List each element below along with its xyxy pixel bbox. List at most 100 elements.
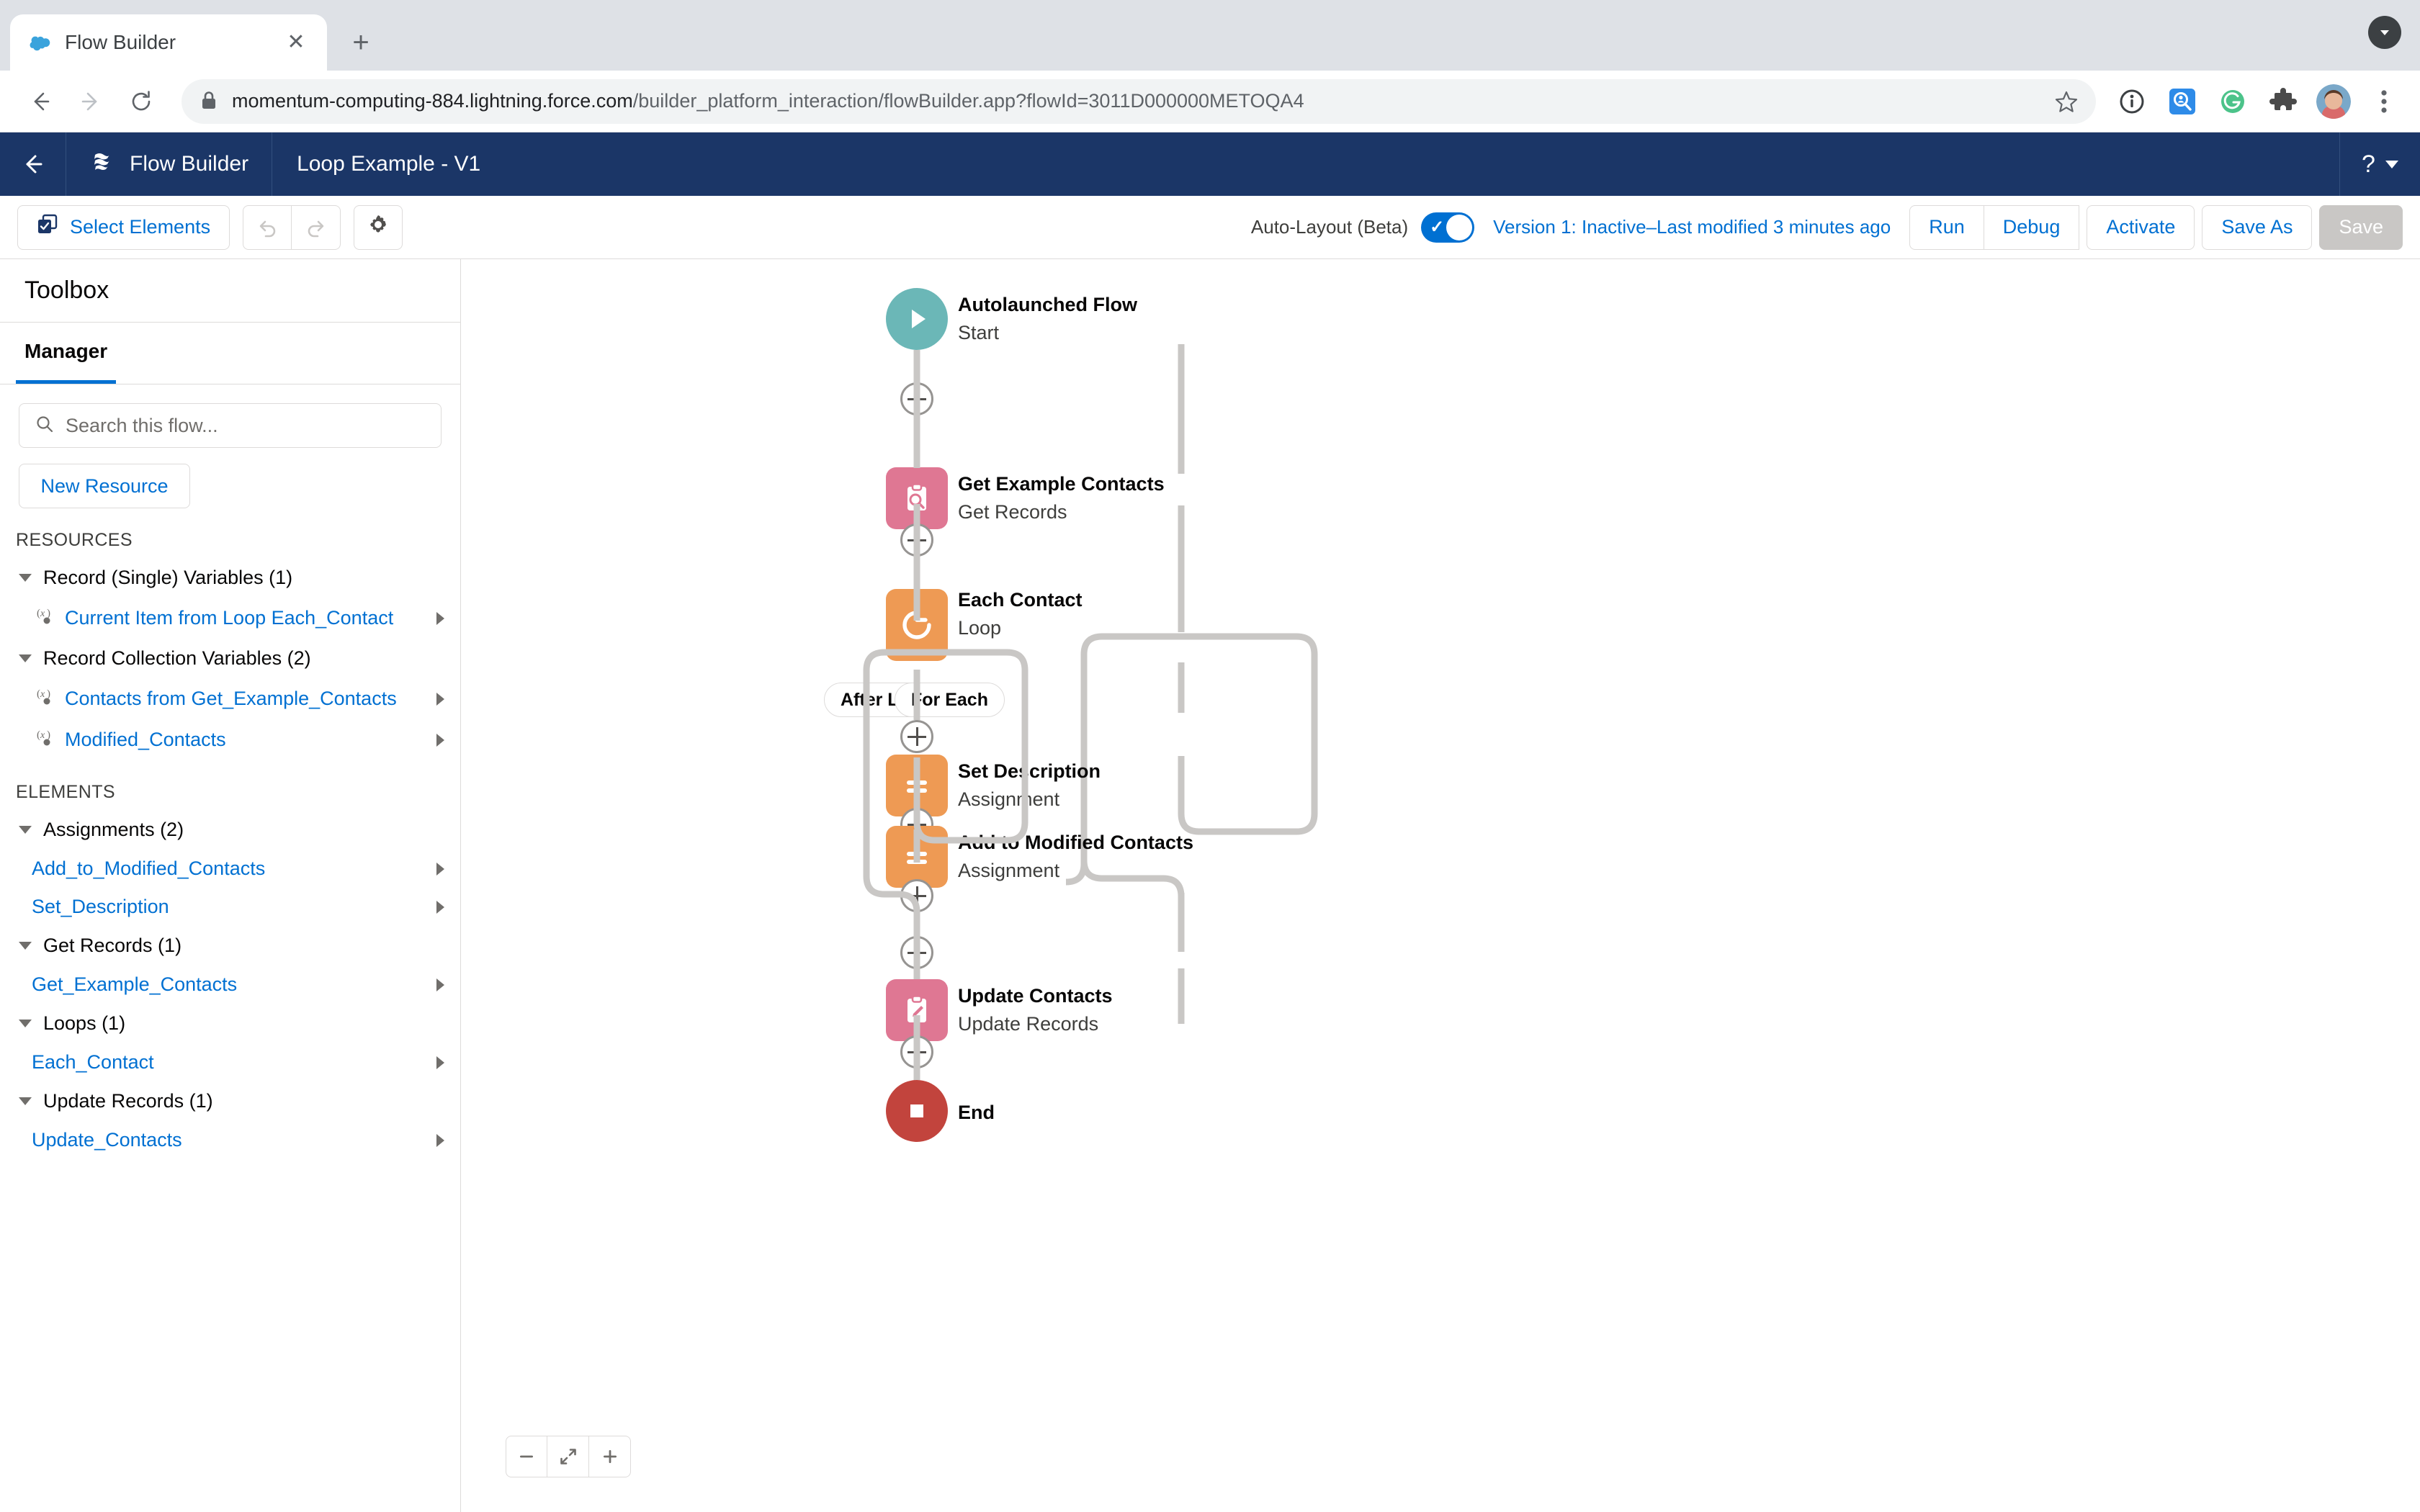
search-placeholder: Search this flow... [66, 414, 218, 436]
activate-button[interactable]: Activate [2087, 204, 2195, 250]
version-status: Version 1: Inactive–Last modified 3 minu… [1493, 216, 1891, 238]
url-display: momentum-computing-884.lightning.force.c… [232, 90, 2077, 112]
select-elements-button[interactable]: Select Elements [17, 204, 230, 250]
url-path: /builder_platform_interaction/flowBuilde… [632, 90, 1304, 112]
autolayout-toggle[interactable]: ✓ [1421, 212, 1475, 243]
save-button: Save [2319, 204, 2403, 250]
element-item-each-contact[interactable]: Each_Contact [0, 1043, 460, 1081]
resource-group-record-single[interactable]: Record (Single) Variables (1) [0, 558, 460, 598]
chevron-right-icon[interactable] [436, 978, 444, 991]
help-menu[interactable]: ? [2339, 132, 2420, 196]
search-input[interactable]: Search this flow... [19, 403, 442, 448]
three-dot-menu-icon[interactable] [2367, 84, 2401, 119]
group-label: Assignments (2) [43, 819, 184, 840]
browser-toolbar: momentum-computing-884.lightning.force.c… [0, 71, 2420, 132]
variable-icon: ( x ) [35, 686, 55, 711]
new-resource-button[interactable]: New Resource [19, 464, 190, 508]
resource-item-contacts-from-get[interactable]: ( x ) Contacts from Get_Example_Contacts [0, 678, 460, 719]
resource-item-current-item[interactable]: ( x ) Current Item from Loop Each_Contac… [0, 598, 460, 639]
address-bar[interactable]: momentum-computing-884.lightning.force.c… [182, 78, 2096, 124]
grammarly-icon[interactable] [2215, 84, 2250, 119]
autolayout-label: Auto-Layout (Beta) [1250, 216, 1409, 238]
group-label: Update Records (1) [43, 1090, 213, 1112]
group-label: Record Collection Variables (2) [43, 647, 311, 669]
resource-group-record-collection[interactable]: Record Collection Variables (2) [0, 639, 460, 678]
profile-avatar[interactable] [2316, 84, 2351, 119]
chevron-down-icon[interactable] [2368, 16, 2401, 49]
elements-section-label: ELEMENTS [16, 782, 115, 802]
resources-section-label: RESOURCES [16, 530, 133, 550]
new-tab-button[interactable]: + [339, 20, 383, 65]
resource-label: Modified_Contacts [65, 729, 226, 750]
group-label: Loops (1) [43, 1012, 126, 1034]
chevron-right-icon[interactable] [436, 692, 444, 706]
chevron-right-icon[interactable] [436, 733, 444, 747]
element-label: Get_Example_Contacts [32, 973, 238, 995]
forward-icon [69, 80, 112, 123]
chevron-right-icon[interactable] [436, 900, 444, 914]
app-name-block[interactable]: Flow Builder [66, 132, 273, 196]
search-person-icon[interactable] [2165, 84, 2200, 119]
chevron-down-icon [19, 1020, 32, 1027]
search-icon [35, 415, 54, 437]
chevron-right-icon[interactable] [436, 611, 444, 625]
chevron-down-icon [19, 1097, 32, 1105]
browser-tab-strip: Flow Builder ✕ + [0, 0, 2420, 71]
undo-redo-group [243, 204, 341, 250]
puzzle-extension-icon[interactable] [2266, 84, 2300, 119]
variable-icon: ( x ) [35, 727, 55, 752]
element-group-loops[interactable]: Loops (1) [0, 1004, 460, 1043]
chevron-right-icon[interactable] [436, 1133, 444, 1147]
app-name-label: Flow Builder [130, 152, 249, 176]
help-icon: ? [2362, 150, 2375, 178]
browser-tab[interactable]: Flow Builder ✕ [10, 14, 327, 71]
element-item-set-description[interactable]: Set_Description [0, 888, 460, 926]
gear-icon [367, 213, 390, 241]
flow-connectors-main [863, 350, 1028, 1080]
element-item-get-example-contacts[interactable]: Get_Example_Contacts [0, 966, 460, 1004]
chevron-down-icon [19, 654, 32, 662]
chevron-down-icon [19, 574, 32, 582]
toolbox-title: Toolbox [0, 259, 460, 323]
flow-builder-icon [89, 148, 115, 180]
chevron-right-icon[interactable] [436, 1056, 444, 1069]
new-resource-wrapper: New Resource [0, 448, 460, 508]
element-label: Update_Contacts [32, 1129, 182, 1151]
element-item-add-to-modified-contacts[interactable]: Add_to_Modified_Contacts [0, 850, 460, 888]
close-icon[interactable]: ✕ [282, 29, 310, 56]
debug-button[interactable]: Debug [1984, 204, 2080, 250]
info-circle-icon[interactable] [2115, 84, 2149, 119]
flow-toolbar: Select Elements Auto-Layout (Beta) ✓ Ver… [0, 196, 2420, 259]
chevron-down-icon [19, 826, 32, 834]
settings-gear-button[interactable] [354, 204, 403, 250]
group-label: Record (Single) Variables (1) [43, 567, 293, 588]
chevron-right-icon[interactable] [436, 862, 444, 876]
element-group-get-records[interactable]: Get Records (1) [0, 926, 460, 966]
resource-label: Contacts from Get_Example_Contacts [65, 688, 397, 709]
toolbox-tabs: Manager [0, 323, 460, 384]
salesforce-header: Flow Builder Loop Example - V1 ? [0, 132, 2420, 196]
svg-text:x: x [40, 689, 45, 700]
reload-icon[interactable] [120, 80, 163, 123]
resource-item-modified-contacts[interactable]: ( x ) Modified_Contacts [0, 719, 460, 760]
browser-extensions [2115, 84, 2401, 119]
flow-canvas[interactable]: Autolaunched Flow Start Get Example Cont… [461, 259, 2420, 1512]
chevron-down-icon [2385, 160, 2398, 168]
svg-text:x: x [40, 730, 45, 741]
element-label: Add_to_Modified_Contacts [32, 858, 266, 879]
element-group-assignments[interactable]: Assignments (2) [0, 810, 460, 850]
element-group-update-records[interactable]: Update Records (1) [0, 1081, 460, 1121]
redo-button [292, 204, 341, 250]
save-as-button[interactable]: Save As [2202, 204, 2313, 250]
toolbar-right-group: Auto-Layout (Beta) ✓ Version 1: Inactive… [1250, 204, 2403, 250]
run-button[interactable]: Run [1909, 204, 1984, 250]
undo-button [243, 204, 292, 250]
back-icon[interactable] [19, 80, 62, 123]
tab-manager[interactable]: Manager [16, 323, 117, 384]
header-back-button[interactable] [0, 132, 66, 196]
bookmark-star-icon[interactable] [2050, 85, 2083, 118]
toggle-knob [1446, 214, 1473, 240]
url-domain: momentum-computing-884.lightning.force.c… [232, 90, 633, 112]
variable-icon: ( x ) [35, 606, 55, 631]
element-item-update-contacts[interactable]: Update_Contacts [0, 1121, 460, 1159]
